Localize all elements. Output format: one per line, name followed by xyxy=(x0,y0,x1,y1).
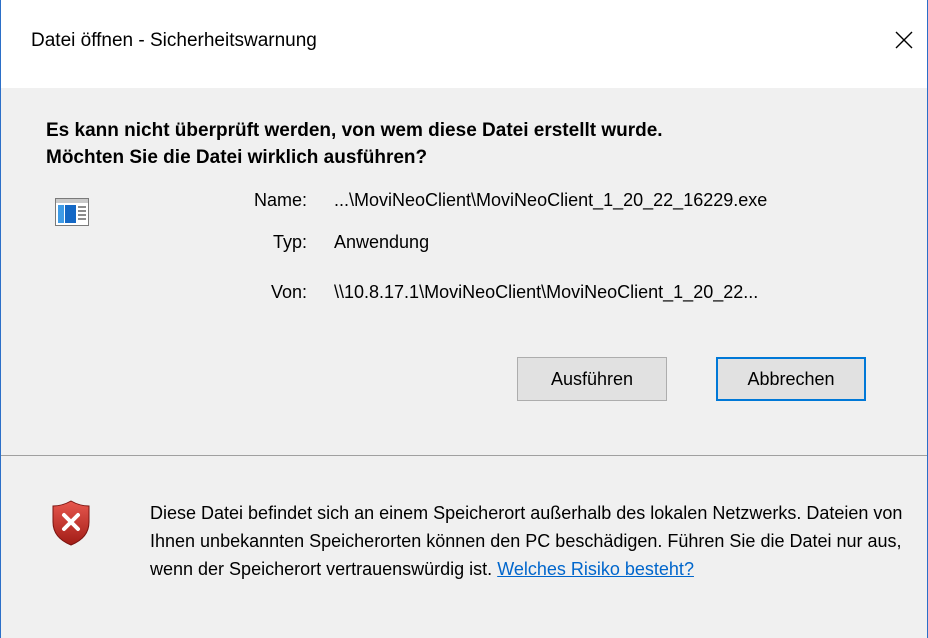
name-label: Name: xyxy=(253,190,307,210)
warning-message: Diese Datei befindet sich an einem Speic… xyxy=(150,499,910,583)
security-warning-dialog: Datei öffnen - Sicherheitswarnung Es kan… xyxy=(0,0,928,638)
from-value: \\10.8.17.1\MoviNeoClient\MoviNeoClient_… xyxy=(334,282,759,302)
title-bar: Datei öffnen - Sicherheitswarnung xyxy=(1,0,927,88)
risk-info-link[interactable]: Welches Risiko besteht? xyxy=(497,559,694,579)
cancel-button[interactable]: Abbrechen xyxy=(716,357,866,401)
window-title: Datei öffnen - Sicherheitswarnung xyxy=(31,30,317,51)
close-button[interactable] xyxy=(881,16,927,64)
from-label: Von: xyxy=(270,282,307,302)
type-label: Typ: xyxy=(272,232,307,252)
name-value: ...\MoviNeoClient\MoviNeoClient_1_20_22_… xyxy=(334,190,768,210)
warning-headline: Es kann nicht überprüft werden, von wem … xyxy=(46,117,886,171)
headline-line-1: Es kann nicht überprüft werden, von wem … xyxy=(46,120,663,141)
type-value: Anwendung xyxy=(334,232,430,252)
run-button[interactable]: Ausführen xyxy=(517,357,667,401)
application-window-icon xyxy=(55,198,89,226)
headline-line-2: Möchten Sie die Datei wirklich ausführen… xyxy=(46,147,428,168)
close-icon xyxy=(895,31,913,49)
shield-error-icon xyxy=(52,500,90,546)
